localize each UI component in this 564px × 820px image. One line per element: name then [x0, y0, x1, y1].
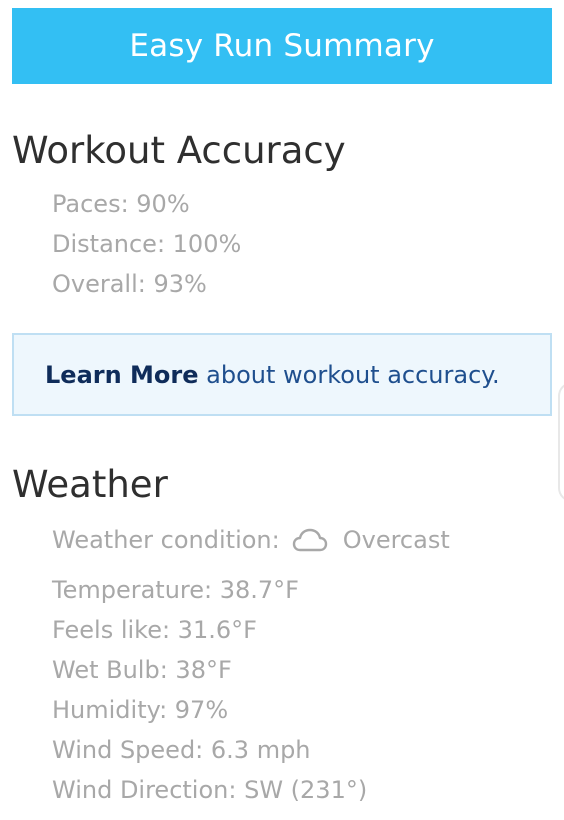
weather-heading: Weather	[12, 463, 168, 506]
weather-feels-like: Feels like: 31.6°F	[52, 616, 257, 644]
weather-condition-row: Weather condition: Overcast	[52, 526, 450, 554]
side-handle[interactable]	[558, 382, 564, 502]
accuracy-paces: Paces: 90%	[52, 190, 190, 218]
summary-header: Easy Run Summary	[12, 8, 552, 84]
learn-more-link[interactable]: Learn More	[45, 361, 199, 389]
weather-wet-bulb: Wet Bulb: 38°F	[52, 656, 232, 684]
weather-temperature: Temperature: 38.7°F	[52, 576, 299, 604]
page-title: Easy Run Summary	[129, 28, 435, 64]
accuracy-info-box: Learn More about workout accuracy.	[12, 333, 552, 416]
weather-condition-value: Overcast	[342, 526, 450, 554]
weather-condition-label: Weather condition:	[52, 526, 280, 554]
accuracy-info-text: Learn More about workout accuracy.	[45, 361, 500, 389]
workout-accuracy-heading: Workout Accuracy	[12, 129, 346, 172]
accuracy-info-description: about workout accuracy.	[198, 360, 500, 389]
accuracy-overall: Overall: 93%	[52, 270, 207, 298]
weather-humidity: Humidity: 97%	[52, 696, 229, 724]
cloud-icon	[292, 528, 327, 552]
accuracy-distance: Distance: 100%	[52, 230, 242, 258]
weather-wind-direction: Wind Direction: SW (231°)	[52, 776, 368, 804]
weather-wind-speed: Wind Speed: 6.3 mph	[52, 736, 311, 764]
